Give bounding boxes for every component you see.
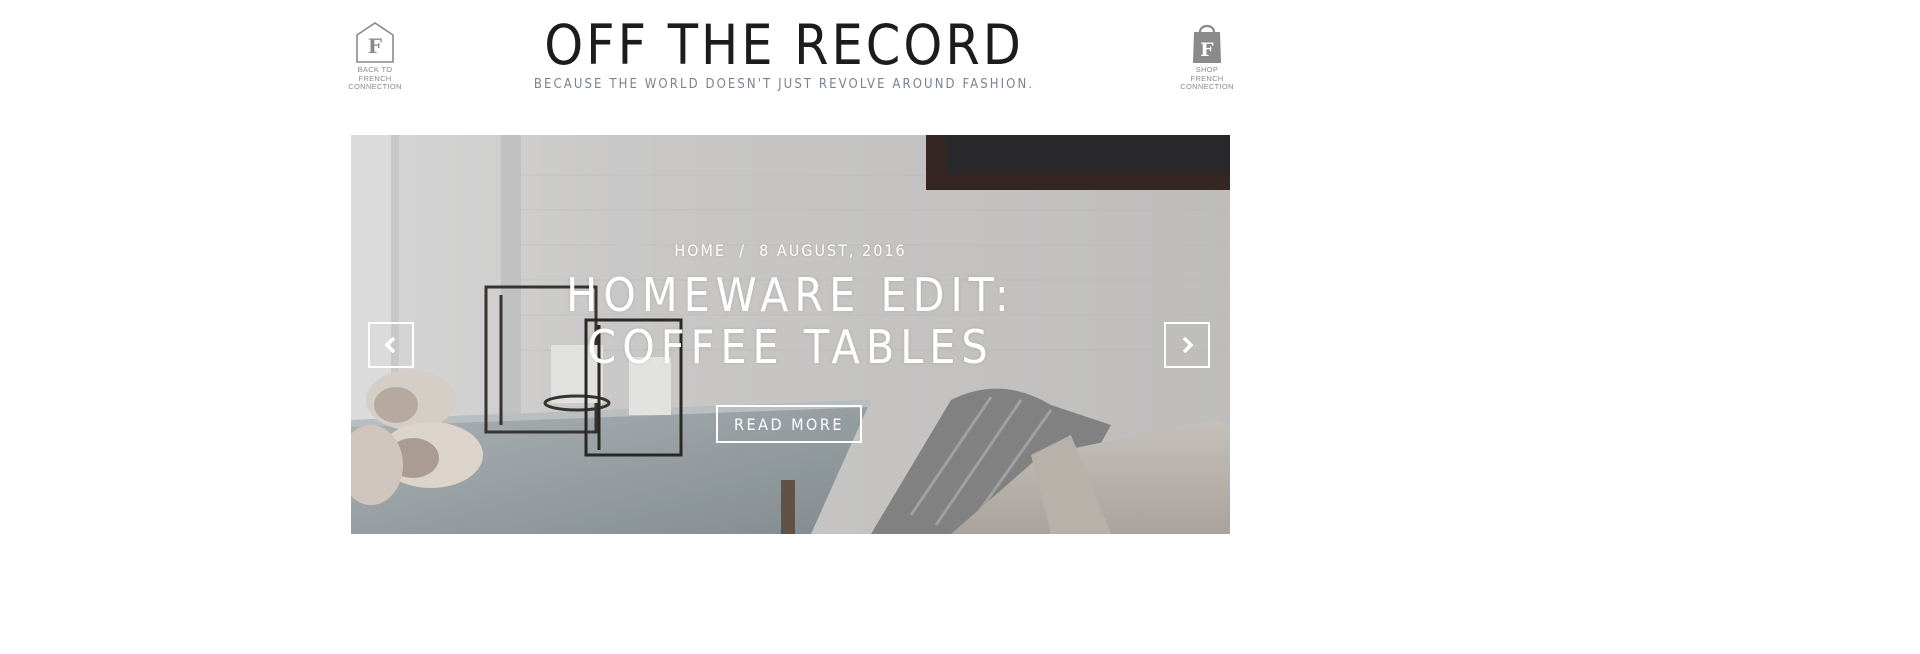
post-date: 8 AUGUST, 2016 — [759, 241, 907, 260]
slide-overlay: HOME / 8 AUGUST, 2016 HOMEWARE EDIT: COF… — [351, 135, 1230, 534]
site-title[interactable]: OFF THE RECORD — [0, 10, 1568, 80]
slider-prev-button[interactable] — [368, 322, 414, 368]
post-title[interactable]: HOMEWARE EDIT: COFFEE TABLES — [481, 269, 1100, 373]
shop-link-line-3: CONNECTION — [1180, 82, 1234, 91]
post-meta: HOME / 8 AUGUST, 2016 — [351, 241, 1230, 260]
chevron-right-icon — [1182, 336, 1194, 354]
site-tagline: BECAUSE THE WORLD DOESN'T JUST REVOLVE A… — [533, 77, 1035, 92]
slider-next-button[interactable] — [1164, 322, 1210, 368]
shop-french-connection-link[interactable]: F SHOP FRENCH CONNECTION — [1175, 20, 1239, 92]
shopping-bag-f-icon: F — [1193, 24, 1221, 63]
featured-post-slider[interactable]: HOME / 8 AUGUST, 2016 HOMEWARE EDIT: COF… — [351, 135, 1230, 534]
breadcrumb-home-link[interactable]: HOME — [674, 241, 726, 260]
site-header: F BACK TO FRENCH CONNECTION OFF THE RECO… — [0, 0, 1568, 135]
breadcrumb-separator: / — [739, 241, 747, 260]
chevron-left-icon — [384, 336, 396, 354]
svg-text:F: F — [1200, 39, 1214, 61]
read-more-button[interactable]: READ MORE — [716, 405, 862, 443]
